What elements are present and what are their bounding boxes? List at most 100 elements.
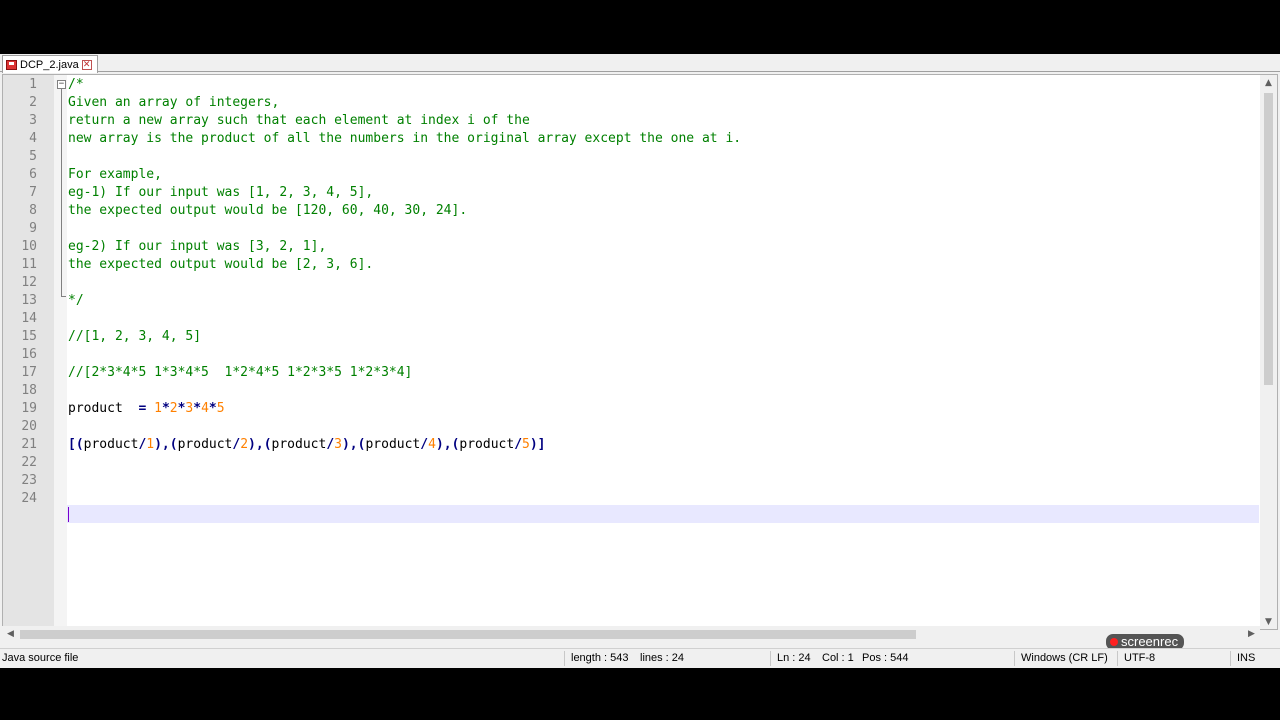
line-number: 3 [29, 113, 37, 128]
line-number: 15 [21, 329, 37, 344]
line-number: 4 [29, 131, 37, 146]
horizontal-scroll-thumb[interactable] [20, 630, 916, 639]
code-line[interactable]: Given an array of integers, [68, 94, 279, 112]
scroll-right-icon[interactable]: ▶ [1243, 626, 1260, 643]
code-token: 5 [216, 401, 225, 416]
line-number: 20 [21, 419, 37, 434]
watermark-text: screenrec [1121, 634, 1179, 649]
line-number: 12 [21, 275, 37, 290]
code-line[interactable]: /* [68, 76, 84, 94]
code-token: For example, [68, 167, 162, 182]
code-token: ),( [154, 437, 178, 452]
line-number: 19 [21, 401, 37, 416]
line-number: 5 [29, 149, 37, 164]
code-line[interactable]: */ [68, 292, 84, 310]
status-file-type: Java source file [2, 652, 79, 664]
status-mode[interactable]: INS [1237, 652, 1255, 664]
code-token: //[1, 2, 3, 4, 5] [68, 329, 202, 344]
line-number: 23 [21, 473, 37, 488]
status-lines: lines : 24 [640, 652, 685, 664]
status-separator [1014, 651, 1015, 666]
current-line-highlight [67, 505, 1259, 523]
code-token: )] [529, 437, 546, 452]
scroll-left-icon[interactable]: ◀ [2, 626, 19, 643]
code-token: / [326, 437, 335, 452]
status-separator [564, 651, 565, 666]
vertical-scroll-thumb[interactable] [1264, 93, 1273, 385]
horizontal-scrollbar[interactable]: ◀ ▶ [2, 626, 1260, 643]
record-dot-icon [1110, 638, 1118, 646]
line-number: 8 [29, 203, 37, 218]
vertical-scrollbar[interactable]: ▲ ▼ [1260, 75, 1277, 629]
code-editor[interactable]: − 1/* 2 Given an array of integers, 3 return… [2, 74, 1278, 630]
status-bar: Java source file length : 543 lines : 24… [0, 648, 1280, 668]
code-token: / [420, 437, 429, 452]
code-token: 3 [334, 437, 342, 452]
fold-toggle-icon[interactable]: − [57, 80, 66, 89]
text-caret [68, 507, 69, 522]
status-separator [1117, 651, 1118, 666]
code-token: 1 [146, 437, 155, 452]
code-token: product [365, 437, 421, 452]
code-token: product [177, 437, 233, 452]
code-token: / [514, 437, 523, 452]
code-token: eg-1) If our input was [1, 2, 3, 4, 5], [68, 185, 374, 200]
code-line[interactable]: eg-1) If our input was [1, 2, 3, 4, 5], [68, 184, 373, 202]
code-token: ),( [248, 437, 272, 452]
line-number: 21 [21, 437, 37, 452]
code-token: 5 [522, 437, 530, 452]
code-token: Given an array of integers, [68, 95, 280, 110]
status-separator [1230, 651, 1231, 666]
line-number: 2 [29, 95, 37, 110]
code-line[interactable]: For example, [68, 166, 162, 184]
line-number: 17 [21, 365, 37, 380]
status-eol[interactable]: Windows (CR LF) [1021, 652, 1108, 664]
close-icon[interactable]: ✕ [81, 59, 92, 70]
code-token: /* [68, 77, 84, 92]
line-number: 13 [21, 293, 37, 308]
code-token: 1 [154, 401, 162, 416]
scroll-down-icon[interactable]: ▼ [1260, 614, 1277, 629]
code-token: [( [68, 437, 84, 452]
code-line[interactable]: new array is the product of all the numb… [68, 130, 741, 148]
code-token: eg-2) If our input was [3, 2, 1], [68, 239, 327, 254]
line-number: 9 [29, 221, 37, 236]
code-token: return a new array such that each elemen… [68, 113, 530, 128]
code-line[interactable]: the expected output would be [2, 3, 6]. [68, 256, 373, 274]
line-number: 14 [21, 311, 37, 326]
status-length: length : 543 [571, 652, 629, 664]
code-token: the expected output would be [2, 3, 6]. [68, 257, 374, 272]
tab-bar: DCP_2.java ✕ [0, 54, 1280, 73]
fold-line [61, 89, 62, 296]
line-number: 1 [29, 77, 37, 92]
line-number: 24 [21, 491, 37, 506]
code-line[interactable]: //[1, 2, 3, 4, 5] [68, 328, 201, 346]
code-line[interactable]: return a new array such that each elemen… [68, 112, 530, 130]
code-line[interactable]: //[2*3*4*5 1*3*4*5 1*2*4*5 1*2*3*5 1*2*3… [68, 364, 412, 382]
code-line[interactable]: product = 1*2*3*4*5 [68, 400, 225, 418]
code-token: ),( [341, 437, 366, 452]
status-col: Col : 1 [822, 652, 854, 664]
code-token: 4 [201, 401, 209, 416]
code-token: product [459, 437, 515, 452]
scroll-up-icon[interactable]: ▲ [1260, 75, 1277, 92]
code-token: * [193, 401, 202, 416]
code-token: 2 [169, 401, 178, 416]
line-number: 6 [29, 167, 37, 182]
code-line[interactable]: the expected output would be [120, 60, 4… [68, 202, 467, 220]
tab-dcp-2-java[interactable]: DCP_2.java ✕ [2, 55, 98, 73]
code-token: //[2*3*4*5 1*3*4*5 1*2*4*5 1*2*3*5 1*2*3… [68, 365, 413, 380]
line-number: 10 [21, 239, 37, 254]
status-encoding[interactable]: UTF-8 [1124, 652, 1155, 664]
status-pos: Pos : 544 [862, 652, 909, 664]
code-token: new array is the product of all the numb… [68, 131, 742, 146]
code-token: product [68, 401, 139, 416]
status-ln: Ln : 24 [777, 652, 811, 664]
line-number: 7 [29, 185, 37, 200]
line-number: 16 [21, 347, 37, 362]
code-line[interactable]: eg-2) If our input was [3, 2, 1], [68, 238, 326, 256]
code-line[interactable]: [(product/1),(product/2),(product/3),(pr… [68, 436, 546, 454]
unsaved-file-icon [6, 59, 17, 70]
code-token: 2 [240, 437, 249, 452]
